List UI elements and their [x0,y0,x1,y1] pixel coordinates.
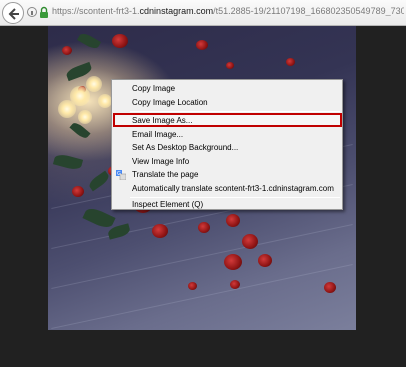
info-icon[interactable] [27,7,37,17]
back-button[interactable] [2,2,24,24]
svg-text:G: G [117,171,121,177]
url-path: /t51.2885-19/21107198_166802350549789_73… [213,6,404,16]
menu-item-view-image-info[interactable]: View Image Info [112,155,342,168]
menu-item-copy-image-location[interactable]: Copy Image Location [112,96,342,109]
menu-separator [130,111,340,112]
menu-item-email-image[interactable]: Email Image... [112,128,342,141]
menu-item-copy-image[interactable]: Copy Image [112,82,342,95]
menu-item-save-image-as[interactable]: Save Image As... [112,114,342,127]
url-bar: https://scontent-frt3-1.cdninstagram.com… [0,0,406,26]
menu-item-translate-page[interactable]: G Translate the page [112,168,342,181]
image-viewport: Copy Image Copy Image Location Save Imag… [0,26,406,367]
lock-icon [40,6,48,18]
back-arrow-icon [8,8,19,20]
url-prefix: https://scontent-frt3-1. [52,6,140,16]
menu-item-label: Translate the page [132,170,199,179]
translate-icon: G [116,170,126,180]
menu-item-inspect-element[interactable]: Inspect Element (Q) [112,198,342,211]
url-domain: cdninstagram.com [139,6,214,16]
menu-item-auto-translate[interactable]: Automatically translate scontent-frt3-1.… [112,182,342,195]
address-field[interactable]: https://scontent-frt3-1.cdninstagram.com… [52,6,404,16]
menu-item-set-desktop-background[interactable]: Set As Desktop Background... [112,141,342,154]
context-menu: Copy Image Copy Image Location Save Imag… [111,79,343,210]
